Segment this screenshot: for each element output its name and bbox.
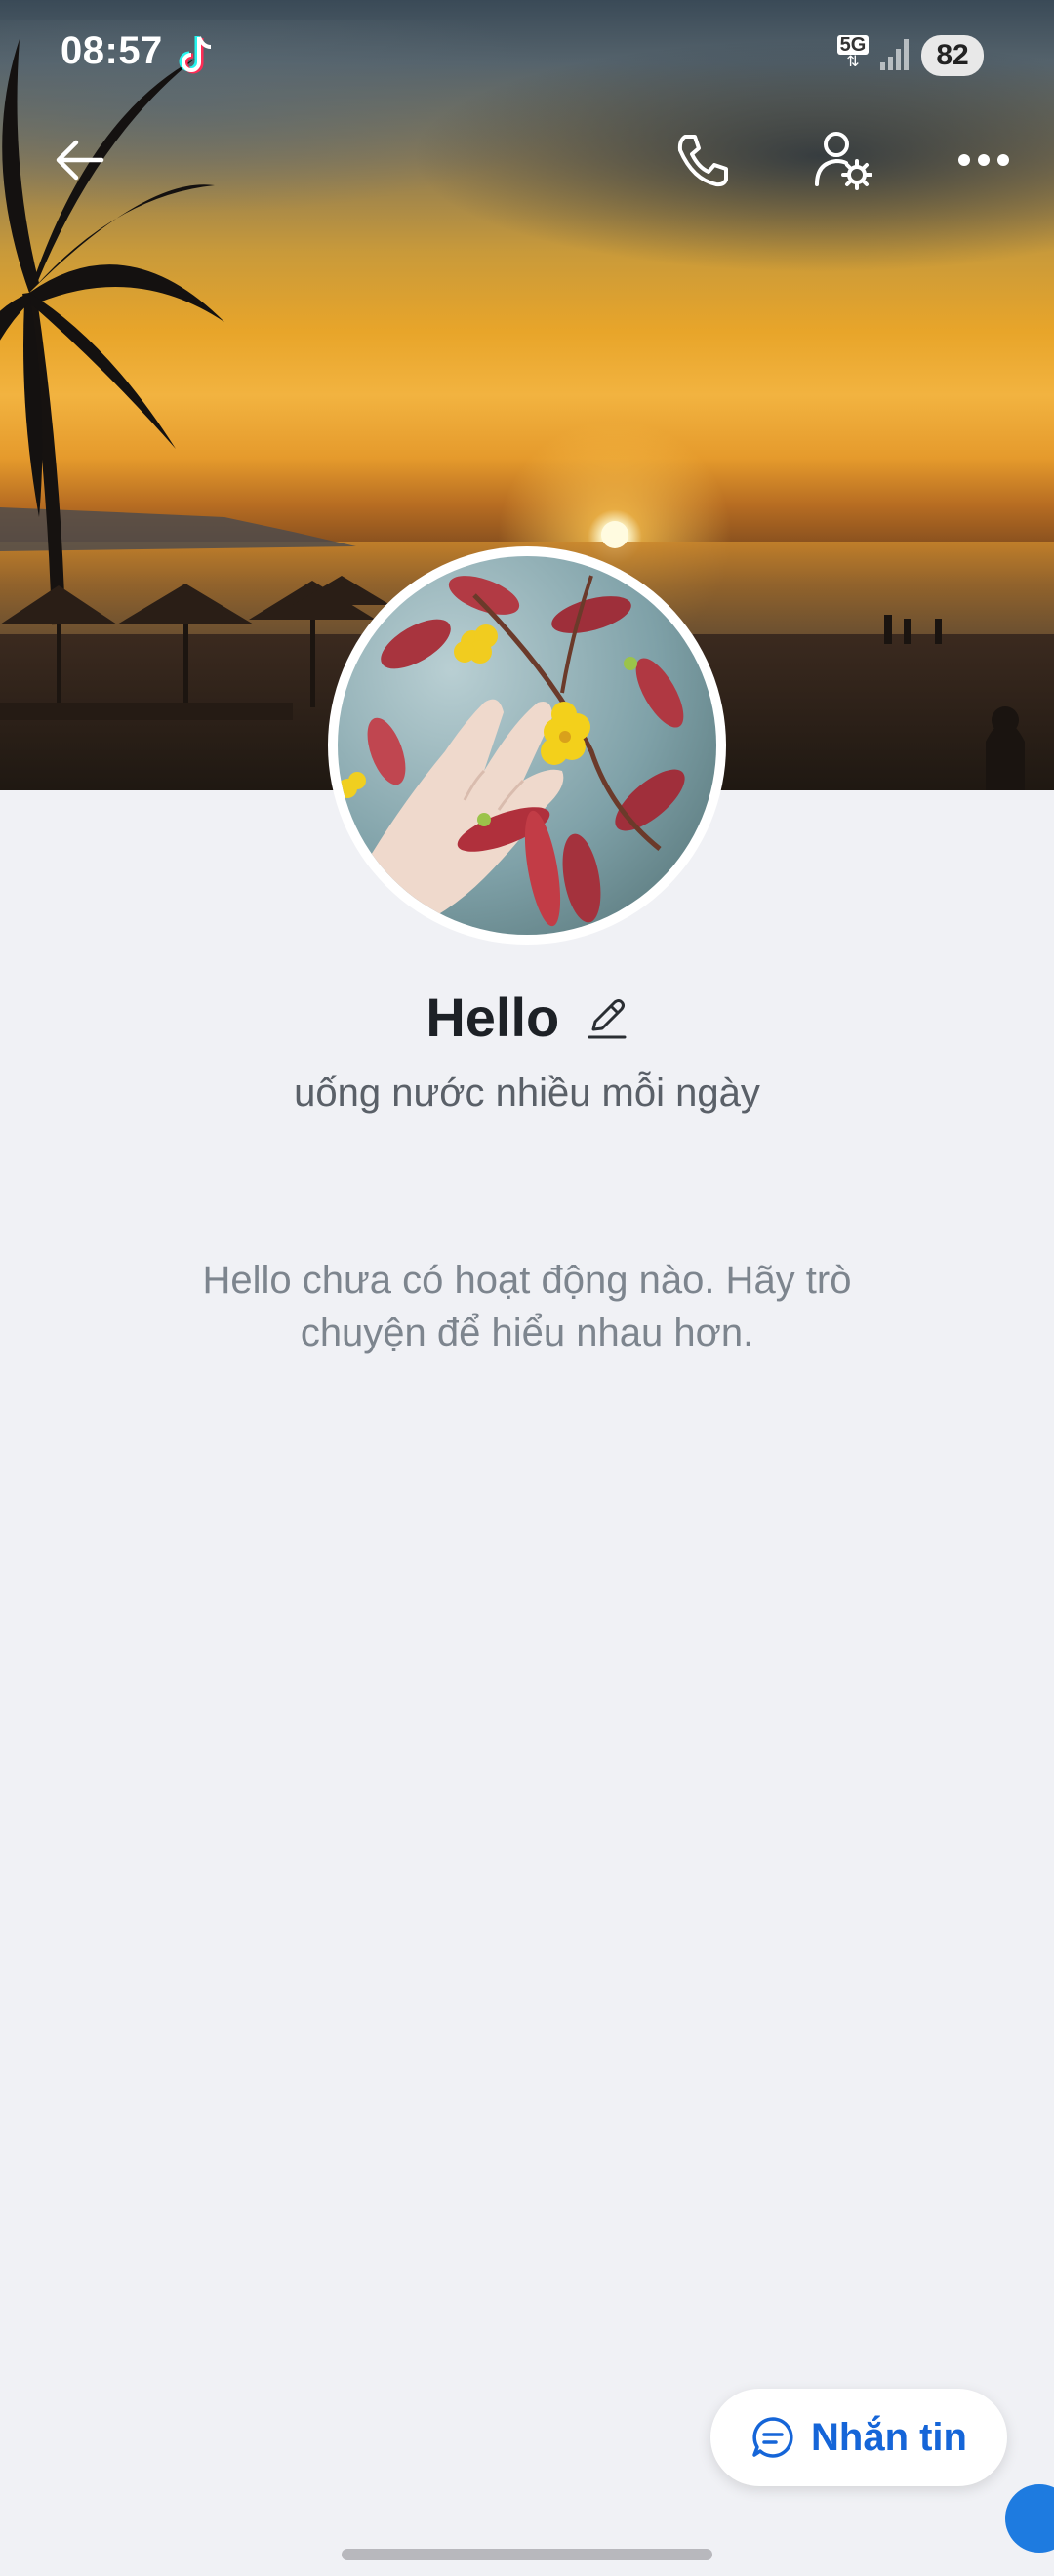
profile-bio: uống nước nhiều mỗi ngày [294, 1071, 760, 1114]
network-5g-icon: 5G ⇅ [837, 35, 869, 74]
message-button[interactable]: Nhắn tin [710, 2389, 1007, 2486]
phone-icon [677, 135, 728, 187]
empty-activity-message: Hello chưa có hoạt động nào. Hãy trò chu… [202, 1259, 852, 1354]
avatar-image [338, 575, 716, 935]
status-bar: 08:57 5G ⇅ 82 [0, 0, 1054, 107]
more-dots-icon [958, 154, 1009, 166]
status-time: 08:57 [61, 29, 163, 72]
call-button[interactable] [664, 121, 742, 199]
home-indicator[interactable] [342, 2549, 712, 2560]
name-row: Hello [0, 986, 1054, 1049]
tiktok-icon [179, 36, 212, 74]
signal-icon [880, 39, 909, 70]
back-arrow-icon [56, 140, 104, 181]
top-nav [0, 117, 1054, 205]
profile-name: Hello [426, 986, 560, 1048]
user-settings-icon [815, 132, 872, 190]
edit-pencil-icon[interactable] [586, 994, 628, 1041]
profile-avatar[interactable] [328, 546, 726, 945]
floating-chat-bubble[interactable] [1005, 2484, 1054, 2553]
more-options-button[interactable] [945, 121, 1023, 199]
message-button-label: Nhắn tin [811, 2415, 967, 2459]
profile-settings-button[interactable] [804, 121, 882, 199]
battery-indicator: 82 [921, 35, 984, 76]
back-button[interactable] [41, 121, 119, 199]
chat-bubble-icon [752, 2417, 793, 2458]
profile-screen: 08:57 5G ⇅ 82 Hello uống nước nhiều mỗi … [0, 0, 1054, 2576]
